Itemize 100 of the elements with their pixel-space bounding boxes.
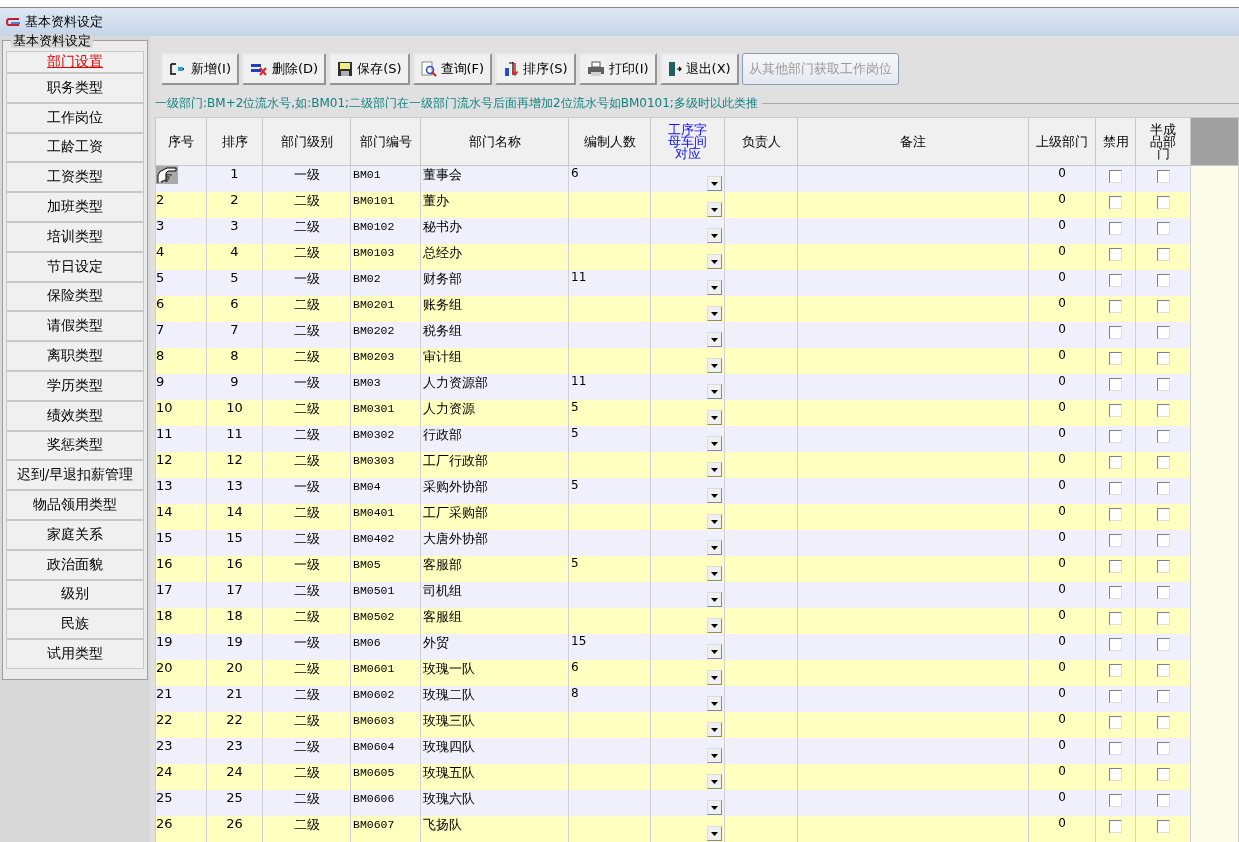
dropdown-button[interactable] [707,410,722,425]
column-header[interactable]: 上级部门 [1028,117,1096,166]
checkbox[interactable] [1156,586,1170,599]
toolbar-button[interactable]: 打印(I) [578,53,657,85]
sidebar-item[interactable]: 试用类型 [6,639,144,669]
checkbox[interactable] [1109,300,1122,313]
checkbox[interactable] [1156,248,1170,261]
checkbox[interactable] [1109,560,1122,573]
sidebar-item[interactable]: 离职类型 [6,341,144,371]
column-header[interactable]: 备注 [797,117,1029,166]
sidebar-item[interactable]: 级别 [6,579,144,610]
column-header[interactable]: 排序 [206,117,263,166]
dropdown-button[interactable] [707,436,722,451]
column-header[interactable]: 部门级别 [262,117,351,166]
checkbox[interactable] [1109,456,1122,469]
sidebar-item[interactable]: 培训类型 [6,222,144,252]
checkbox[interactable] [1109,508,1122,521]
sidebar-item[interactable]: 物品领用类型 [6,490,144,520]
dropdown-button[interactable] [707,462,722,477]
sidebar-item[interactable]: 迟到/早退扣薪管理 [6,460,144,491]
checkbox[interactable] [1109,222,1122,235]
checkbox[interactable] [1156,170,1170,183]
checkbox[interactable] [1109,586,1122,599]
toolbar-button[interactable]: 删除(D) [242,53,327,85]
column-header[interactable]: 禁用 [1095,117,1136,166]
sidebar-item[interactable]: 绩效类型 [6,400,144,431]
checkbox[interactable] [1109,248,1122,261]
dropdown-button[interactable] [707,800,722,815]
checkbox[interactable] [1109,716,1122,729]
checkbox[interactable] [1109,404,1122,417]
sidebar-item[interactable]: 政治面貌 [6,549,144,580]
checkbox[interactable] [1156,352,1170,365]
checkbox[interactable] [1156,456,1170,469]
checkbox[interactable] [1156,274,1170,287]
column-header[interactable]: 编制人数 [568,117,651,166]
dropdown-button[interactable] [707,644,722,659]
sidebar-item[interactable]: 学历类型 [6,370,144,401]
sidebar-item[interactable]: 家庭关系 [6,519,144,550]
dropdown-button[interactable] [707,488,722,503]
sidebar-item[interactable]: 民族 [6,609,144,640]
checkbox[interactable] [1109,482,1122,495]
column-header[interactable]: 部门名称 [420,117,569,166]
column-header[interactable]: 半成品部门 [1135,117,1191,166]
dropdown-button[interactable] [707,176,722,191]
dropdown-button[interactable] [707,696,722,711]
checkbox[interactable] [1156,612,1170,625]
dropdown-button[interactable] [707,670,722,685]
checkbox[interactable] [1109,794,1122,807]
dropdown-button[interactable] [707,566,722,581]
dropdown-button[interactable] [707,826,722,841]
dropdown-button[interactable] [707,332,722,347]
checkbox[interactable] [1156,196,1170,209]
checkbox[interactable] [1156,690,1170,703]
checkbox[interactable] [1109,170,1122,183]
dropdown-button[interactable] [707,306,722,321]
checkbox[interactable] [1109,820,1122,833]
checkbox[interactable] [1156,820,1170,833]
checkbox[interactable] [1109,664,1122,677]
checkbox[interactable] [1156,560,1170,573]
checkbox[interactable] [1109,612,1122,625]
column-header[interactable]: 工序字母车间对应 [650,117,725,166]
checkbox[interactable] [1156,742,1170,755]
dropdown-button[interactable] [707,358,722,373]
sidebar-item[interactable]: 奖惩类型 [6,430,144,461]
sidebar-item[interactable]: 职务类型 [6,73,144,103]
sidebar-item[interactable]: 部门设置 [6,51,144,73]
checkbox[interactable] [1109,742,1122,755]
checkbox[interactable] [1156,300,1170,313]
checkbox[interactable] [1109,326,1122,339]
column-header[interactable]: 序号 [155,117,207,166]
checkbox[interactable] [1156,482,1170,495]
dropdown-button[interactable] [707,202,722,217]
checkbox[interactable] [1156,508,1170,521]
dropdown-button[interactable] [707,748,722,763]
dropdown-button[interactable] [707,280,722,295]
sidebar-item[interactable]: 工龄工资 [6,132,144,163]
checkbox[interactable] [1156,430,1170,443]
checkbox[interactable] [1109,378,1122,391]
toolbar-button[interactable]: 排序(S) [495,53,576,85]
sidebar-item[interactable]: 保险类型 [6,281,144,312]
checkbox[interactable] [1156,404,1170,417]
checkbox[interactable] [1156,664,1170,677]
checkbox[interactable] [1109,352,1122,365]
checkbox[interactable] [1156,326,1170,339]
checkbox[interactable] [1156,378,1170,391]
dropdown-button[interactable] [707,618,722,633]
checkbox[interactable] [1156,222,1170,235]
checkbox[interactable] [1109,768,1122,781]
dropdown-button[interactable] [707,722,722,737]
dropdown-button[interactable] [707,592,722,607]
checkbox[interactable] [1156,534,1170,547]
checkbox[interactable] [1109,534,1122,547]
sidebar-item[interactable]: 工资类型 [6,162,144,193]
sidebar-item[interactable]: 加班类型 [6,192,144,222]
checkbox[interactable] [1109,690,1122,703]
toolbar-button[interactable]: 退出(X) [659,53,739,85]
checkbox[interactable] [1109,274,1122,287]
checkbox[interactable] [1156,716,1170,729]
toolbar-button[interactable]: 保存(S) [329,53,410,85]
toolbar-button[interactable]: 新增(I) [161,53,239,85]
